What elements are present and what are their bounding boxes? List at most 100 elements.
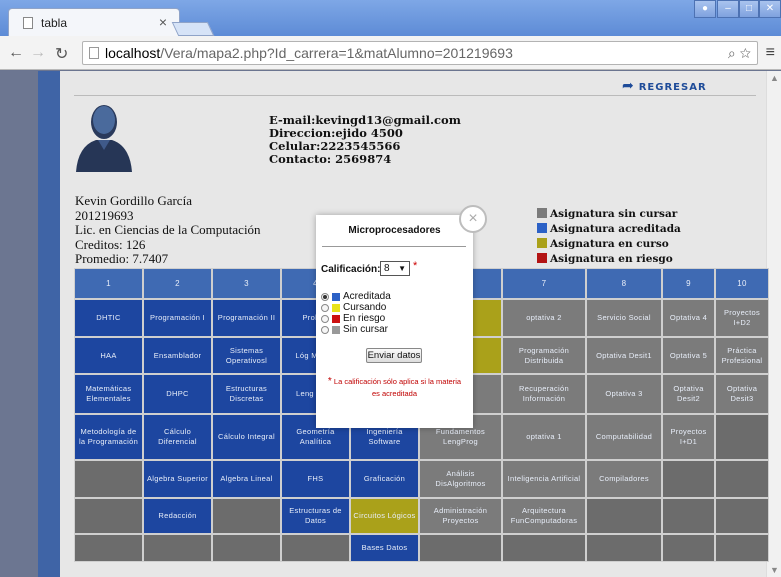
subject-cell[interactable]: Circuitos Lógicos [350,498,419,534]
subject-cell[interactable]: Optativa 5 [662,337,715,374]
subject-cell[interactable]: Algebra Lineal [212,460,281,498]
empty-cell [74,534,143,562]
subject-cell[interactable]: Proyectos I+D2 [715,299,769,337]
contacto-text: Contacto: 2569874 [269,152,392,166]
subject-cell[interactable]: Graficación [350,460,419,498]
subject-cell[interactable]: Servicio Social [586,299,662,337]
bookmark-star-icon[interactable]: ☆ [740,45,751,61]
legend-swatch [537,238,547,248]
subject-cell[interactable]: Algebra Superior [143,460,212,498]
subject-cell[interactable]: Estructuras Discretas [212,374,281,414]
option-en-riesgo[interactable]: En riesgo [321,313,391,324]
status-swatch [332,303,340,312]
subject-cell[interactable]: Estructuras de Datos [281,498,350,534]
empty-cell [74,460,143,498]
subject-cell[interactable]: Matemáticas Elementales [74,374,143,414]
minimize-button[interactable]: – [717,0,739,18]
subject-cell[interactable]: Cálculo Diferencial [143,414,212,460]
modal-close-icon[interactable]: × [459,205,487,233]
empty-cell [662,498,715,534]
new-tab-button[interactable] [171,22,215,36]
option-cursando[interactable]: Cursando [321,302,391,313]
empty-cell [586,534,662,562]
subject-cell[interactable]: Optativa Desit2 [662,374,715,414]
student-info: Kevin Gordillo García 201219693 Lic. en … [75,193,261,267]
close-window-button[interactable]: ✕ [759,0,781,18]
subject-cell[interactable]: Optativa Desit1 [586,337,662,374]
subject-cell[interactable]: Análisis DisAlgoritmos [419,460,502,498]
enviar-datos-button[interactable]: Enviar datos [366,348,422,363]
subject-cell[interactable]: optativa 2 [502,299,586,337]
user-icon[interactable]: ● [694,0,716,18]
empty-cell [143,534,212,562]
subject-cell[interactable]: Redacción [143,498,212,534]
window-titlebar: tabla × ● – □ ✕ [0,0,781,36]
subject-cell[interactable]: DHTIC [74,299,143,337]
back-icon[interactable]: ← [8,44,24,62]
calificacion-label: Calificación: [321,264,381,275]
empty-cell [212,534,281,562]
subject-cell[interactable]: optativa 1 [502,414,586,460]
avatar [76,105,132,172]
maximize-button[interactable]: □ [739,0,759,18]
subject-cell[interactable]: Ensamblador [143,337,212,374]
subject-cell[interactable]: Administración Proyectos [419,498,502,534]
subject-cell[interactable]: Optativa 4 [662,299,715,337]
semester-header: 8 [586,268,662,299]
radio-button[interactable] [321,303,329,312]
menu-icon[interactable]: ≡ [766,44,775,62]
scroll-down-icon[interactable]: ▼ [770,565,779,575]
subject-cell[interactable]: HAA [74,337,143,374]
subject-cell[interactable]: Sistemas Operativosl [212,337,281,374]
browser-tab[interactable]: tabla × [8,8,180,36]
subject-cell[interactable]: Programación Distribuida [502,337,586,374]
subject-cell[interactable]: FHS [281,460,350,498]
radio-button[interactable] [321,314,329,323]
subject-cell[interactable]: Programación II [212,299,281,337]
forward-icon[interactable]: → [30,44,46,62]
subject-cell[interactable]: Proyectos I+D1 [662,414,715,460]
option-acreditada[interactable]: Acreditada [321,291,391,302]
subject-cell[interactable]: Optativa 3 [586,374,662,414]
subject-cell[interactable]: Práctica Profesional [715,337,769,374]
status-options: Acreditada Cursando En riesgo Sin cursar [321,291,391,335]
calificacion-select[interactable]: 8 ▼ [380,261,410,276]
url-text: localhost/Vera/mapa2.php?Id_carrera=1&ma… [105,45,513,61]
subject-cell[interactable]: Programación I [143,299,212,337]
tab-close-icon[interactable]: × [159,14,167,30]
address-bar[interactable]: localhost/Vera/mapa2.php?Id_carrera=1&ma… [82,41,758,65]
empty-cell [662,534,715,562]
empty-cell [74,498,143,534]
radio-button[interactable] [321,292,329,301]
subject-cell[interactable]: Optativa Desit3 [715,374,769,414]
radio-button[interactable] [321,325,329,334]
subject-cell[interactable]: Cálculo Integral [212,414,281,460]
subject-cell[interactable]: Arquitectura FunComputadoras [502,498,586,534]
subject-cell[interactable]: Compiladores [586,460,662,498]
status-swatch [332,292,340,301]
empty-cell [502,534,586,562]
divider [74,95,756,96]
promedio: Promedio: 7.7407 [75,251,169,266]
modal-title: Microprocesadores [348,225,441,236]
scroll-up-icon[interactable]: ▲ [770,73,779,83]
empty-cell [662,460,715,498]
regresar-link[interactable]: ➦ REGRESAR [622,78,707,94]
semester-header: 3 [212,268,281,299]
empty-cell [281,534,350,562]
browser-toolbar: ← → ↻ localhost/Vera/mapa2.php?Id_carrer… [0,36,781,70]
subject-cell[interactable]: Recuperación Información [502,374,586,414]
page-icon [89,47,99,59]
subject-cell[interactable]: Bases Datos [350,534,419,562]
legend-item: Asignatura en curso [537,237,681,252]
student-name: Kevin Gordillo García [75,193,192,208]
subject-cell[interactable]: Metodología de la Programación [74,414,143,460]
reload-icon[interactable]: ↻ [55,44,68,64]
zoom-icon[interactable]: ⌕ [728,45,736,61]
subject-cell[interactable]: Computabilidad [586,414,662,460]
subject-cell[interactable]: DHPC [143,374,212,414]
semester-header: 1 [74,268,143,299]
subject-cell[interactable]: Inteligencia Artificial [502,460,586,498]
semester-header: 10 [715,268,769,299]
option-sin-cursar[interactable]: Sin cursar [321,324,391,335]
